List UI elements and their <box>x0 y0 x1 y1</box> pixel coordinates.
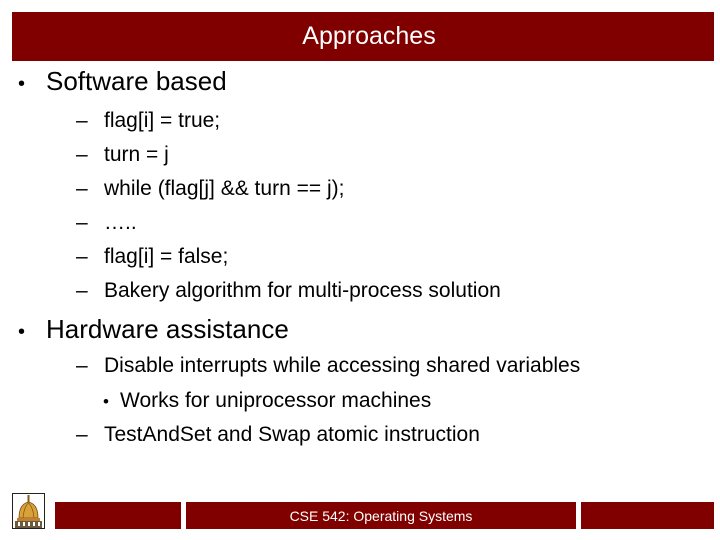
dash-marker: – <box>76 279 88 302</box>
bullet-marker: • <box>103 392 109 411</box>
footer-bar-right <box>581 502 714 529</box>
bullet-software-based: • Software based <box>18 66 227 97</box>
slide-title: Approaches <box>302 22 436 50</box>
dash-marker: – <box>76 423 88 446</box>
sub-bullet: – TestAndSet and Swap atomic instruction <box>76 423 480 447</box>
sub-bullet-text: while (flag[j] && turn == j); <box>104 177 345 200</box>
dash-marker: – <box>76 245 88 268</box>
sub-sub-bullet: • Works for uniprocessor machines <box>103 389 431 413</box>
sub-bullet: – flag[i] = true; <box>76 109 220 133</box>
footer-bar-center: CSE 542: Operating Systems <box>186 502 576 529</box>
bullet-marker: • <box>18 321 26 343</box>
dash-marker: – <box>76 177 88 200</box>
sub-bullet-text: flag[i] = false; <box>104 245 229 268</box>
sub-sub-bullet-text: Works for uniprocessor machines <box>120 389 432 412</box>
sub-bullet-text: turn = j <box>104 143 169 166</box>
bullet-text: Hardware assistance <box>46 314 289 344</box>
sub-bullet: – flag[i] = false; <box>76 245 228 269</box>
dash-marker: – <box>76 211 88 234</box>
footer-bar-left <box>55 502 181 529</box>
dash-marker: – <box>76 143 88 166</box>
bullet-hardware-assistance: • Hardware assistance <box>18 314 289 345</box>
sub-bullet-text: flag[i] = true; <box>104 109 221 132</box>
sub-bullet-text: Bakery algorithm for multi-process solut… <box>104 279 501 302</box>
golden-dome-icon <box>12 493 45 529</box>
sub-bullet: – Bakery algorithm for multi-process solu… <box>76 279 501 303</box>
dash-marker: – <box>76 109 88 132</box>
slide-title-bar: Approaches <box>12 12 714 61</box>
dash-marker: – <box>76 354 88 377</box>
footer-course-title: CSE 542: Operating Systems <box>289 507 473 524</box>
sub-bullet-text: ….. <box>104 211 137 234</box>
sub-bullet: –….. <box>76 211 137 235</box>
sub-bullet-text: Disable interrupts while accessing share… <box>104 354 581 377</box>
bullet-marker: • <box>18 73 26 95</box>
bullet-text: Software based <box>46 66 227 96</box>
sub-bullet: – turn = j <box>76 143 169 167</box>
sub-bullet: – while (flag[j] && turn == j); <box>76 177 344 201</box>
sub-bullet-text: TestAndSet and Swap atomic instruction <box>104 423 480 446</box>
sub-bullet: – Disable interrupts while accessing shar… <box>76 354 580 378</box>
